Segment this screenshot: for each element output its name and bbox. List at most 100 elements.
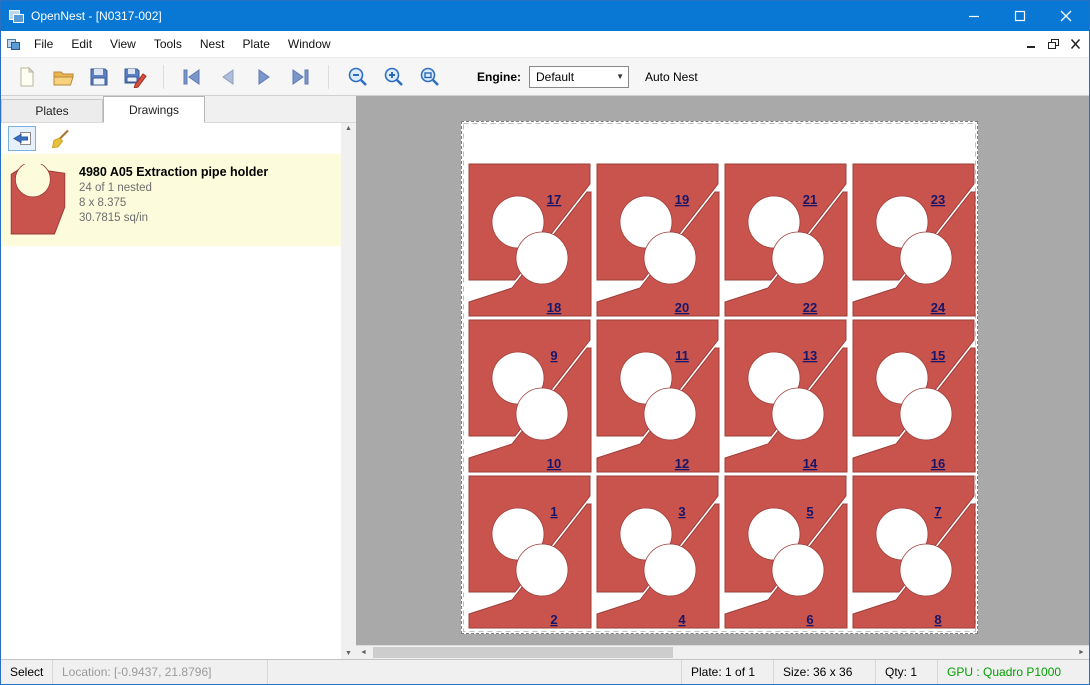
- part-number: 3: [678, 504, 685, 519]
- menu-tools-label: Tools: [154, 37, 182, 51]
- nested-pair-23-24[interactable]: 2324: [853, 164, 975, 316]
- nested-pair-5-6[interactable]: 56: [725, 476, 847, 628]
- menu-view-label: View: [110, 37, 136, 51]
- part-hole: [644, 544, 696, 596]
- save-button[interactable]: [81, 61, 117, 93]
- part-number: 10: [547, 456, 561, 471]
- window-title: OpenNest - [N0317-002]: [31, 9, 162, 23]
- tab-plates[interactable]: Plates: [1, 99, 103, 122]
- zoom-out-button[interactable]: [339, 61, 375, 93]
- part-number: 6: [806, 612, 813, 627]
- app-window: OpenNest - [N0317-002] File Edit View To…: [0, 0, 1090, 685]
- drawing-title: 4980 A05 Extraction pipe holder: [79, 165, 268, 179]
- sidebar-vertical-scrollbar[interactable]: ▲ ▼: [341, 123, 356, 659]
- nested-pair-1-2[interactable]: 12: [469, 476, 591, 628]
- minimize-icon: [968, 10, 980, 22]
- drawing-info: 4980 A05 Extraction pipe holder 24 of 1 …: [79, 161, 268, 239]
- document-icon[interactable]: [1, 37, 25, 51]
- clean-nest-button[interactable]: [46, 126, 74, 151]
- part-thumbnail-icon: [9, 164, 67, 236]
- nav-first-icon: [180, 66, 204, 88]
- status-size-label: Size: 36 x 36: [783, 665, 852, 679]
- replace-drawing-button[interactable]: [8, 126, 36, 151]
- part-number: 4: [678, 612, 686, 627]
- chevron-down-icon: ▼: [616, 72, 624, 81]
- menu-file[interactable]: File: [25, 31, 62, 57]
- zoom-fit-button[interactable]: [411, 61, 447, 93]
- nav-last-button[interactable]: [282, 61, 318, 93]
- tab-drawings[interactable]: Drawings: [103, 96, 205, 123]
- nav-first-button[interactable]: [174, 61, 210, 93]
- part-number: 23: [931, 192, 945, 207]
- drawing-nested-count: 24 of 1 nested: [79, 182, 268, 194]
- horizontal-scroll-thumb[interactable]: [373, 647, 673, 658]
- menu-tools[interactable]: Tools: [145, 31, 191, 57]
- minimize-button[interactable]: [951, 1, 997, 31]
- open-file-button[interactable]: [45, 61, 81, 93]
- menu-plate[interactable]: Plate: [234, 31, 279, 57]
- part-hole: [772, 232, 824, 284]
- open-folder-icon: [52, 66, 75, 88]
- nested-pair-17-18[interactable]: 1718: [469, 164, 591, 316]
- status-mode-label: Select: [10, 665, 43, 679]
- nested-pair-11-12[interactable]: 1112: [597, 320, 719, 472]
- nested-pair-9-10[interactable]: 910: [469, 320, 591, 472]
- maximize-button[interactable]: [997, 1, 1043, 31]
- nested-pair-19-20[interactable]: 1920: [597, 164, 719, 316]
- new-file-button[interactable]: [9, 61, 45, 93]
- nav-next-icon: [252, 66, 276, 88]
- part-number: 21: [803, 192, 817, 207]
- menu-view[interactable]: View: [101, 31, 145, 57]
- menu-edit-label: Edit: [71, 37, 92, 51]
- part-hole: [900, 232, 952, 284]
- menu-edit[interactable]: Edit: [62, 31, 101, 57]
- drawing-list-item[interactable]: 4980 A05 Extraction pipe holder 24 of 1 …: [1, 154, 356, 246]
- mdi-close-button[interactable]: [1066, 36, 1084, 52]
- nested-pair-13-14[interactable]: 1314: [725, 320, 847, 472]
- nested-pair-7-8[interactable]: 78: [853, 476, 975, 628]
- mdi-window-controls: [1022, 36, 1089, 52]
- menu-window[interactable]: Window: [279, 31, 340, 57]
- nest-canvas[interactable]: 171819202122232491011121314151612345678 …: [356, 96, 1089, 659]
- part-number: 22: [803, 300, 817, 315]
- toolbar-separator: [163, 65, 164, 89]
- part-number: 2: [550, 612, 557, 627]
- canvas-horizontal-scrollbar[interactable]: ◄ ►: [356, 645, 1089, 659]
- zoom-out-icon: [346, 65, 369, 88]
- document-icon-image: [6, 37, 21, 51]
- scroll-left-icon[interactable]: ◄: [356, 646, 371, 659]
- part-number: 11: [675, 348, 689, 363]
- nested-pair-21-22[interactable]: 21 22: [725, 164, 847, 316]
- part-number: 7: [934, 504, 941, 519]
- scroll-up-icon: ▲: [345, 125, 352, 132]
- status-plate-label: Plate: 1 of 1: [691, 665, 755, 679]
- part-hole: [516, 388, 568, 440]
- status-spacer: [268, 660, 681, 684]
- nested-pair-15-16[interactable]: 1516: [853, 320, 975, 472]
- plate-svg[interactable]: 171819202122232491011121314151612345678: [462, 122, 977, 633]
- close-button[interactable]: [1043, 1, 1089, 31]
- nav-prev-button[interactable]: [210, 61, 246, 93]
- save-edit-button[interactable]: [117, 61, 153, 93]
- status-mode: Select: [1, 660, 53, 684]
- menu-nest[interactable]: Nest: [191, 31, 234, 57]
- close-icon: [1060, 10, 1072, 22]
- mdi-minimize-button[interactable]: [1022, 36, 1040, 52]
- mdi-restore-button[interactable]: [1044, 36, 1062, 52]
- part-number: 14: [803, 456, 818, 471]
- part-number: 5: [806, 504, 813, 519]
- menu-bar: File Edit View Tools Nest Plate Window: [1, 31, 1089, 57]
- scroll-right-icon[interactable]: ►: [1074, 646, 1089, 659]
- status-location-label: Location: [-0.9437, 21.8796]: [62, 665, 211, 679]
- part-number: 18: [547, 300, 561, 315]
- engine-dropdown[interactable]: Default ▼: [529, 66, 629, 88]
- zoom-in-button[interactable]: [375, 61, 411, 93]
- auto-nest-label[interactable]: Auto Nest: [645, 70, 698, 84]
- nested-pair-3-4[interactable]: 34: [597, 476, 719, 628]
- plate[interactable]: 171819202122232491011121314151612345678: [461, 121, 978, 634]
- sidebar: Plates Drawings: [1, 96, 356, 659]
- part-hole: [772, 388, 824, 440]
- nav-next-button[interactable]: [246, 61, 282, 93]
- status-gpu: GPU : Quadro P1000: [937, 660, 1089, 684]
- part-hole: [516, 232, 568, 284]
